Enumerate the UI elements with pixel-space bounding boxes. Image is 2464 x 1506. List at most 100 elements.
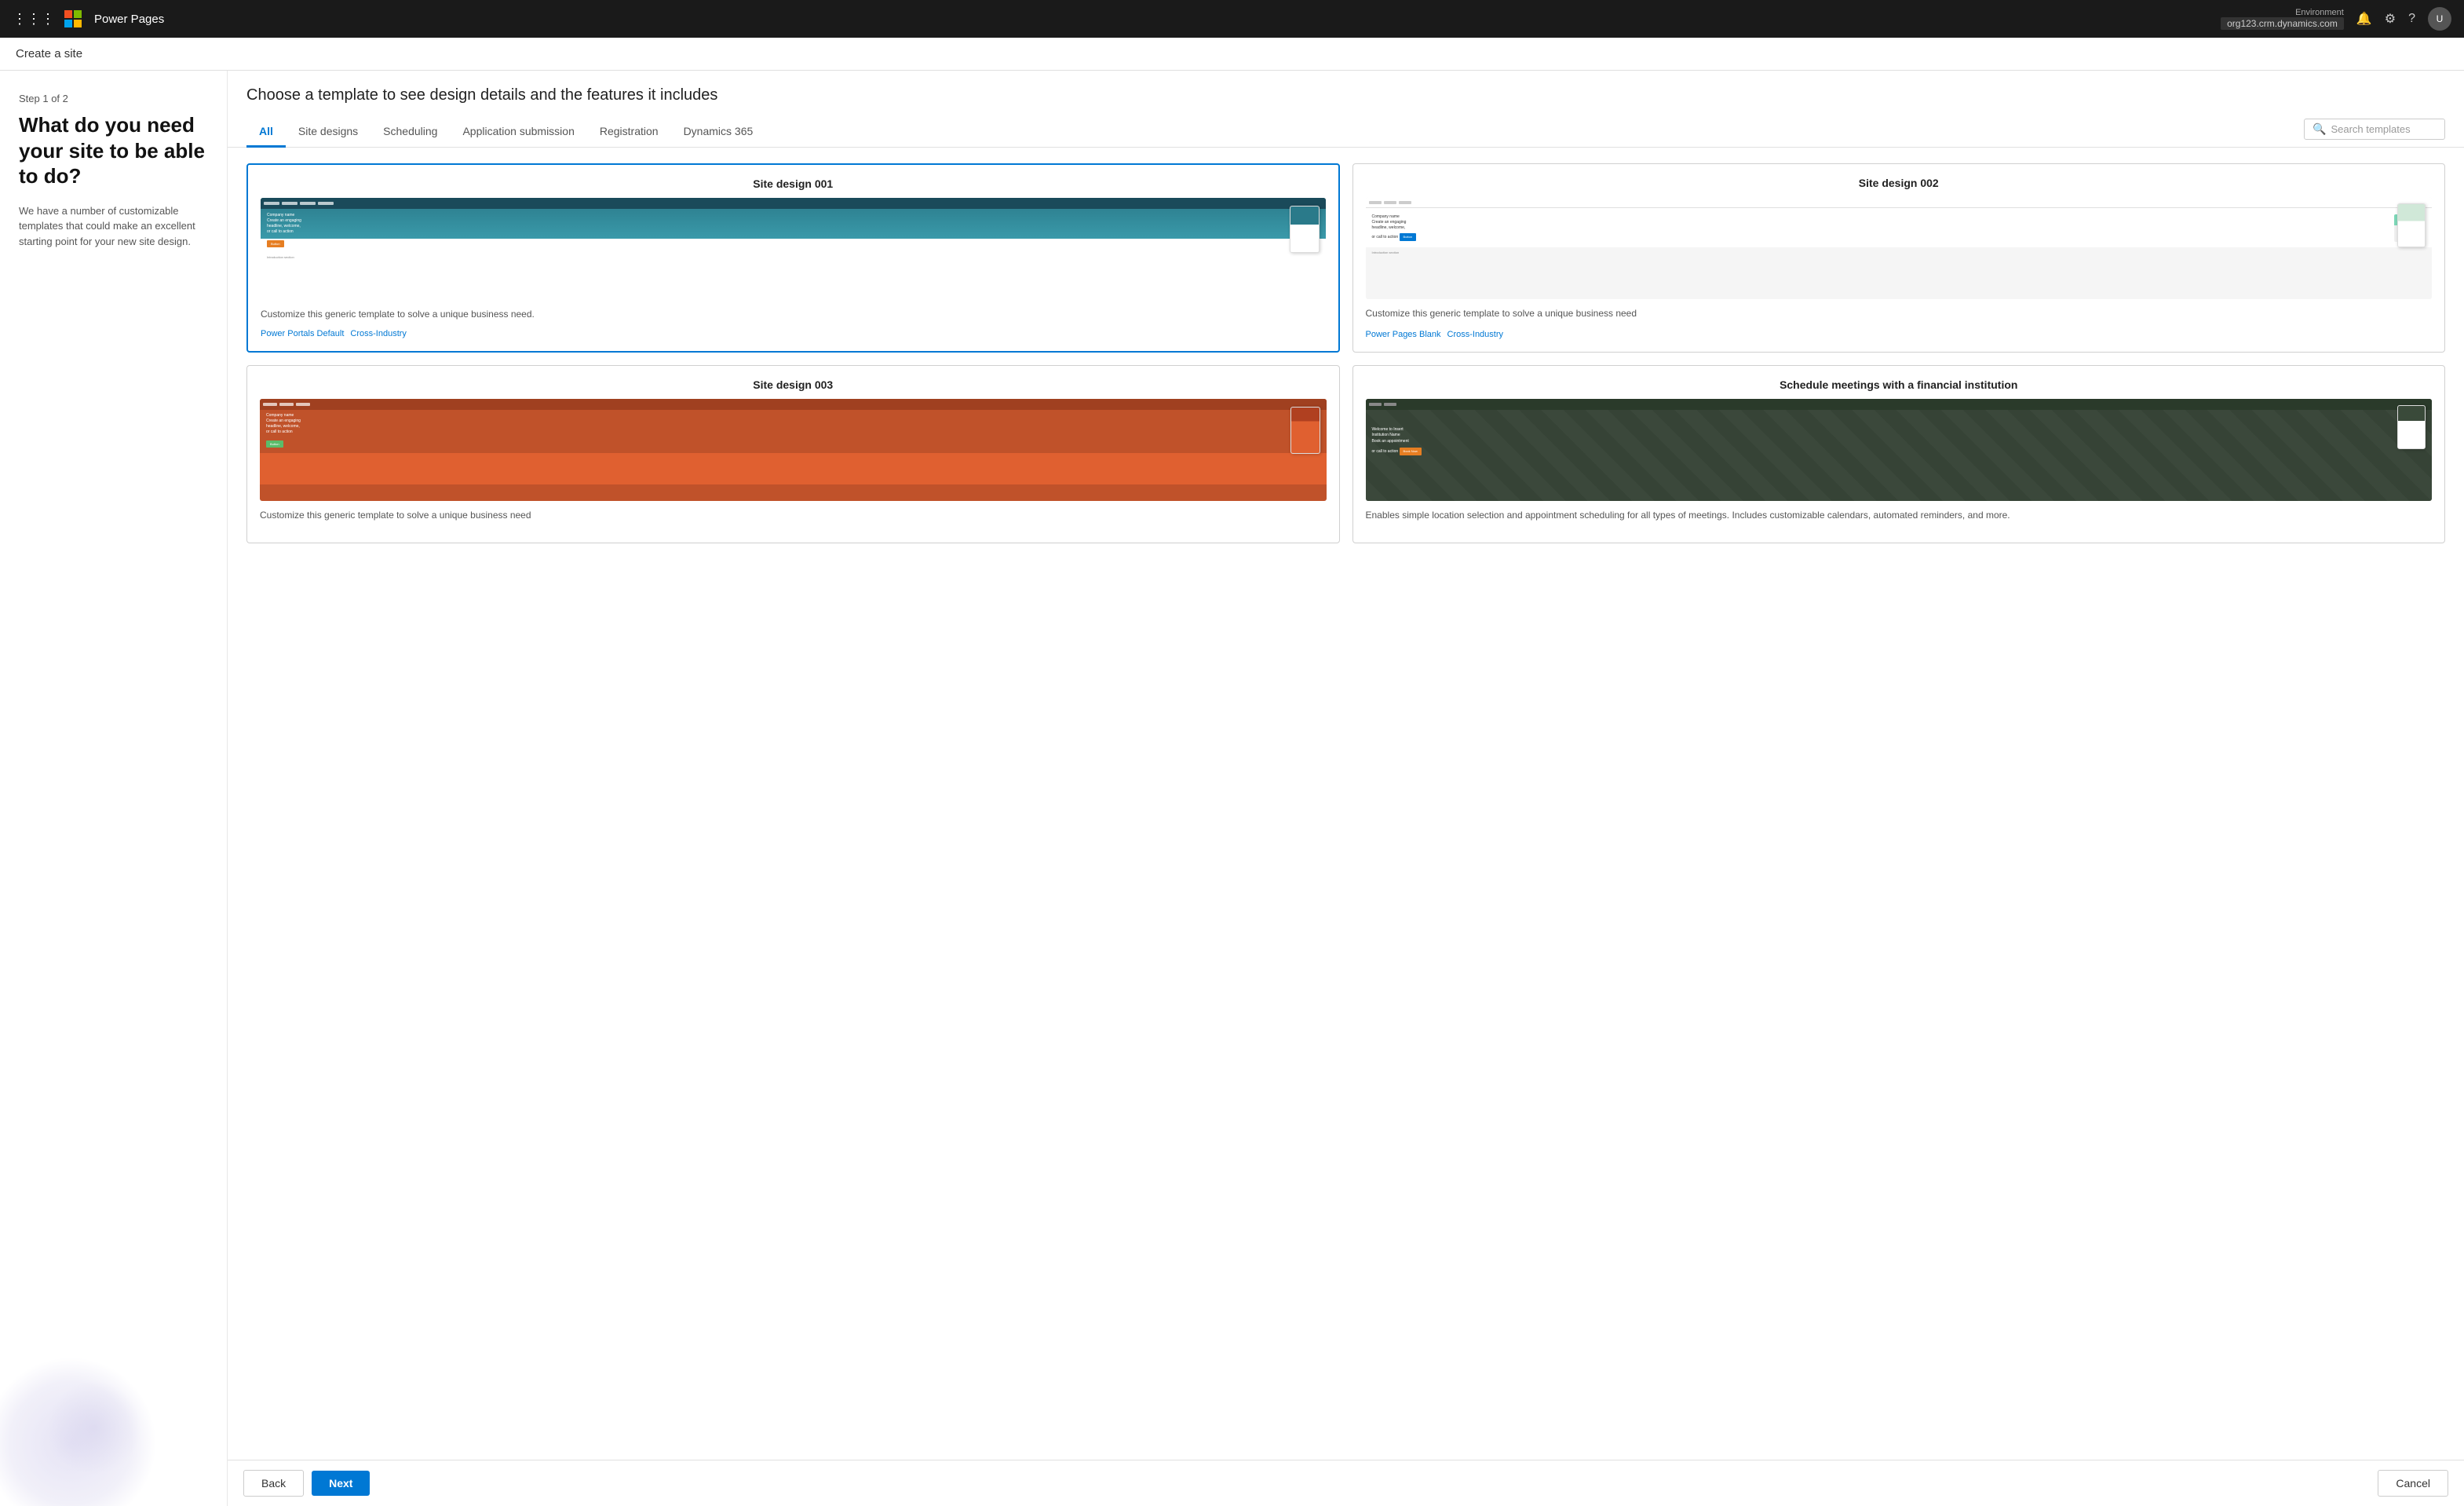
template-title-001: Site design 001: [261, 177, 1326, 190]
template-preview-003: Company nameCreate an engagingheadline, …: [260, 399, 1327, 501]
preview-phone-002: [2397, 203, 2426, 247]
template-tags-002: Power Pages Blank Cross-Industry: [1366, 330, 2433, 339]
template-title-002: Site design 002: [1366, 177, 2433, 189]
preview-phone-001: [1290, 206, 1320, 253]
microsoft-logo: [64, 10, 82, 27]
preview-nav-002: [1366, 197, 2433, 208]
preview-fin-cta: Book Now: [1400, 448, 1422, 455]
preview-phone-inner-002: [2398, 204, 2425, 247]
content-area: Choose a template to see design details …: [228, 71, 2464, 1506]
tabs-bar: All Site designs Scheduling Application …: [228, 117, 2464, 148]
preview-cta-003: Button: [266, 440, 283, 448]
settings-icon[interactable]: ⚙: [2385, 11, 2396, 27]
product-name: Power Pages: [94, 13, 164, 26]
logo-green: [74, 10, 82, 18]
preview-nav-003: [260, 399, 1327, 410]
waffle-icon[interactable]: ⋮⋮⋮: [13, 11, 55, 27]
template-desc-schedule: Enables simple location selection and ap…: [1366, 509, 2433, 522]
help-icon[interactable]: ?: [2408, 12, 2415, 26]
nav-dot: [1384, 403, 1396, 406]
nav-dot: [1399, 201, 1411, 204]
notification-icon[interactable]: 🔔: [2356, 11, 2372, 27]
page-title: Create a site: [16, 47, 82, 60]
template-card-schedule-meetings[interactable]: Schedule meetings with a financial insti…: [1352, 365, 2446, 543]
preview-cta-002: Button: [1400, 233, 1417, 241]
template-card-site-design-002[interactable]: Site design 002 Company nameCreate an en…: [1352, 163, 2446, 353]
bottom-bar: Back Next Cancel: [228, 1460, 2464, 1506]
back-button[interactable]: Back: [243, 1470, 304, 1497]
user-avatar[interactable]: U: [2428, 7, 2451, 31]
tab-site-designs[interactable]: Site designs: [286, 117, 371, 148]
logo-blue: [64, 20, 72, 27]
tab-dynamics365[interactable]: Dynamics 365: [671, 117, 766, 148]
preview-hero-003: Company nameCreate an engagingheadline, …: [260, 410, 1327, 453]
preview-hero-001: Company nameCreate an engagingheadline, …: [261, 209, 1326, 252]
preview-phone-inner: [1290, 207, 1319, 252]
preview-nav-001: [261, 198, 1326, 209]
preview-hero-text: Company nameCreate an engagingheadline, …: [267, 213, 301, 249]
preview-overlay: [1366, 399, 2433, 501]
template-preview-002: Company nameCreate an engagingheadline, …: [1366, 197, 2433, 299]
nav-dot: [296, 403, 310, 406]
sidebar-description: We have a number of customizable templat…: [19, 203, 208, 250]
preview-cta-btn: Button: [267, 240, 284, 247]
template-grid: Site design 001 Company nameCreate an en…: [228, 148, 2464, 1460]
template-tags-001: Power Portals Default Cross-Industry: [261, 329, 1326, 338]
preview-hero-002: Company nameCreate an engagingheadline, …: [1366, 208, 2433, 247]
nav-dot: [300, 202, 316, 205]
template-title-schedule: Schedule meetings with a financial insti…: [1366, 378, 2433, 391]
topbar: ⋮⋮⋮ Power Pages Environment org123.crm.d…: [0, 0, 2464, 38]
nav-dot: [1369, 201, 1382, 204]
cancel-button[interactable]: Cancel: [2378, 1470, 2448, 1497]
environment-label: Environment: [2295, 8, 2344, 17]
sidebar: Step 1 of 2 What do you need your site t…: [0, 71, 228, 1506]
sidebar-watermark2: [47, 1380, 141, 1475]
template-card-site-design-001[interactable]: Site design 001 Company nameCreate an en…: [246, 163, 1340, 353]
template-desc-002: Customize this generic template to solve…: [1366, 307, 2433, 322]
preview-phone3-inner: [1291, 408, 1320, 453]
preview-phone-003: [1290, 407, 1320, 454]
tab-registration[interactable]: Registration: [587, 117, 671, 148]
environment-info: Environment org123.crm.dynamics.com: [2221, 8, 2344, 30]
preview-bottom-002: Introduction section: [1366, 247, 2433, 287]
template-desc-003: Customize this generic template to solve…: [260, 509, 1327, 522]
main-layout: Step 1 of 2 What do you need your site t…: [0, 71, 2464, 1506]
search-templates-input[interactable]: 🔍 Search templates: [2304, 119, 2445, 140]
tag-cross-industry-001[interactable]: Cross-Industry: [350, 329, 407, 338]
preview-phone-fin: [2397, 405, 2426, 449]
nav-dot: [282, 202, 298, 205]
tag-cross-industry-002[interactable]: Cross-Industry: [1447, 330, 1504, 339]
tab-scheduling[interactable]: Scheduling: [371, 117, 450, 148]
content-header: Choose a template to see design details …: [228, 71, 2464, 117]
nav-dot: [263, 403, 277, 406]
page-titlebar: Create a site: [0, 38, 2464, 71]
preview-phone4-inner: [2398, 406, 2425, 448]
template-desc-001: Customize this generic template to solve…: [261, 308, 1326, 321]
preview-nav-fin: [1366, 399, 2433, 410]
template-card-site-design-003[interactable]: Site design 003 Company nameCreate an en…: [246, 365, 1340, 543]
nav-dot: [264, 202, 279, 205]
preview-hero-text-003: Company nameCreate an engagingheadline, …: [266, 413, 301, 449]
environment-value: org123.crm.dynamics.com: [2221, 17, 2344, 30]
tab-application-submission[interactable]: Application submission: [450, 117, 586, 148]
search-icon: 🔍: [2313, 122, 2326, 136]
nav-dot: [318, 202, 334, 205]
tab-all[interactable]: All: [246, 117, 286, 148]
topbar-right: Environment org123.crm.dynamics.com 🔔 ⚙ …: [2221, 7, 2451, 31]
nav-dot: [1384, 201, 1396, 204]
logo-yellow: [74, 20, 82, 27]
sidebar-heading: What do you need your site to be able to…: [19, 112, 208, 189]
nav-dot: [279, 403, 294, 406]
search-placeholder: Search templates: [2331, 123, 2410, 135]
preview-hero-text-002: Company nameCreate an engagingheadline, …: [1372, 214, 2390, 241]
preview-fin-text: Welcome to InsertInstitution NameBook an…: [1372, 427, 1422, 456]
template-preview-001: Company nameCreate an engagingheadline, …: [261, 198, 1326, 300]
logo-red: [64, 10, 72, 18]
next-button[interactable]: Next: [312, 1471, 370, 1496]
nav-dot: [1369, 403, 1382, 406]
preview-bottom-003: [260, 453, 1327, 484]
preview-headline: Company nameCreate an engagingheadline, …: [267, 213, 301, 235]
tag-power-pages-blank[interactable]: Power Pages Blank: [1366, 330, 1441, 339]
tag-power-portals-default[interactable]: Power Portals Default: [261, 329, 344, 338]
template-title-003: Site design 003: [260, 378, 1327, 391]
